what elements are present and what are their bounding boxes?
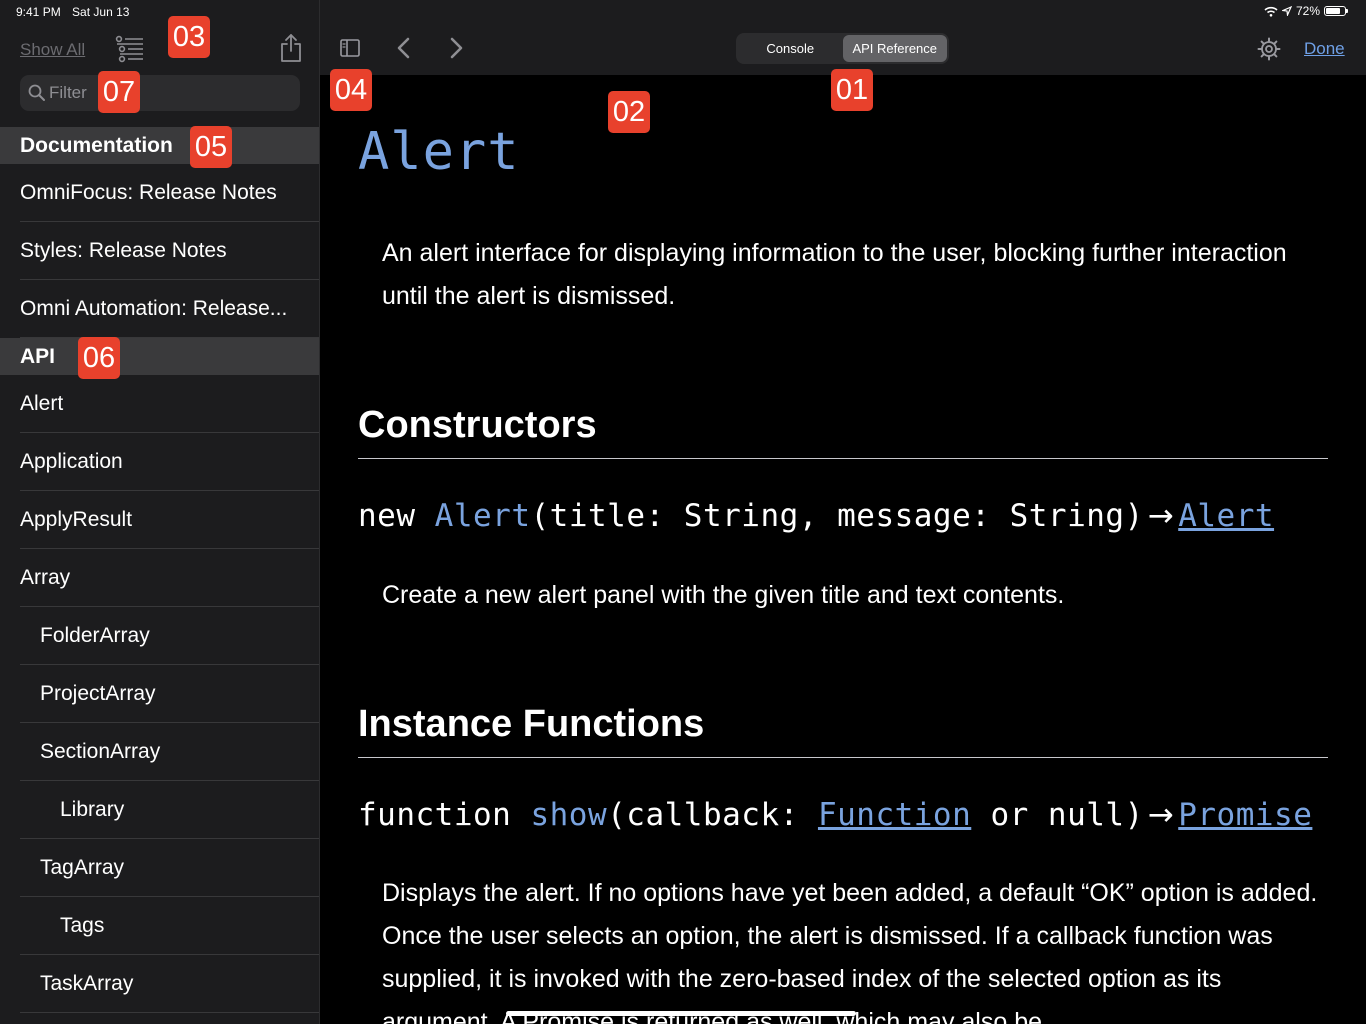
search-icon: [28, 84, 45, 101]
return-type-link-alert[interactable]: Alert: [1178, 498, 1274, 534]
section-header-api: API: [0, 338, 319, 375]
param-type-link-function[interactable]: Function: [818, 797, 971, 833]
instance-functions-heading: Instance Functions: [358, 703, 705, 745]
constructors-divider: [358, 458, 1328, 459]
annotation-badge-06: 06: [78, 337, 120, 379]
annotation-badge-05: 05: [190, 126, 232, 168]
code-keyword: new: [358, 498, 416, 534]
tab-api-reference[interactable]: API Reference: [842, 35, 947, 62]
constructor-signature: new Alert(title: String, message: String…: [358, 498, 1274, 534]
view-segmented-control: Console API Reference: [736, 33, 949, 64]
sidebar-item-tagarray[interactable]: TagArray: [0, 839, 319, 897]
sidebar: 9:41 PM Sat Jun 13 Show All Documentatio…: [0, 0, 320, 1024]
sidebar-item-folderarray[interactable]: FolderArray: [0, 607, 319, 665]
location-icon: [1281, 6, 1292, 16]
annotation-badge-01: 01: [831, 69, 873, 111]
page-title: Alert: [358, 122, 520, 182]
annotation-badge-04: 04: [330, 69, 372, 111]
status-time: 9:41 PM: [16, 5, 61, 19]
code-keyword: function: [358, 797, 512, 833]
show-all-button[interactable]: Show All: [20, 40, 85, 60]
sidebar-item-tags[interactable]: Tags: [0, 897, 319, 955]
share-icon[interactable]: [280, 33, 302, 63]
list-settings-icon[interactable]: [114, 34, 144, 64]
sidebar-item-library[interactable]: Library: [0, 781, 319, 839]
filter-input[interactable]: [49, 75, 289, 111]
back-chevron-icon[interactable]: [396, 37, 410, 59]
return-arrow: →: [1147, 498, 1175, 534]
status-indicators: 72%: [1264, 4, 1348, 18]
status-time-date: 9:41 PM Sat Jun 13: [16, 5, 137, 19]
filter-field[interactable]: [20, 75, 300, 111]
gear-icon[interactable]: [1257, 37, 1281, 61]
intro-paragraph: An alert interface for displaying inform…: [382, 239, 1287, 310]
sidebar-item-styles-release-notes[interactable]: Styles: Release Notes: [0, 222, 319, 280]
constructor-params: (title: String, message: String): [530, 498, 1144, 534]
sidebar-item-sectionarray[interactable]: SectionArray: [0, 723, 319, 781]
constructors-heading: Constructors: [358, 404, 597, 446]
show-description: Displays the alert. If no options have y…: [382, 879, 1318, 1024]
sidebar-item-application[interactable]: Application: [0, 433, 319, 491]
sidebar-item-projectarray[interactable]: ProjectArray: [0, 665, 319, 723]
sidebar-item-applyresult[interactable]: ApplyResult: [0, 491, 319, 549]
battery-percent: 72%: [1295, 4, 1320, 18]
annotation-badge-02: 02: [608, 91, 650, 133]
show-params-open: (callback:: [607, 797, 799, 833]
tab-console[interactable]: Console: [738, 35, 843, 62]
constructor-description: Create a new alert panel with the given …: [382, 581, 1065, 609]
sidebar-item-taskarray[interactable]: TaskArray: [0, 955, 319, 1013]
sidebar-item-omni-automation-release[interactable]: Omni Automation: Release...: [0, 280, 319, 338]
return-type-link-promise[interactable]: Promise: [1178, 797, 1312, 833]
done-button[interactable]: Done: [1304, 39, 1345, 59]
api-reference-content: Alert An alert interface for displaying …: [320, 75, 1366, 1024]
sidebar-item-alert[interactable]: Alert: [0, 375, 319, 433]
toolbar: 72% Console API Reference Done: [320, 0, 1366, 75]
home-indicator: [506, 1011, 856, 1016]
battery-icon: [1324, 6, 1348, 16]
show-function-signature: function show(callback: Function or null…: [358, 797, 1312, 833]
status-date: Sat Jun 13: [72, 5, 130, 19]
sidebar-toggle-icon[interactable]: [340, 39, 360, 57]
annotation-badge-07: 07: [98, 71, 140, 113]
forward-chevron-icon[interactable]: [450, 37, 464, 59]
annotation-badge-03: 03: [168, 16, 210, 58]
wifi-icon: [1264, 6, 1278, 17]
instance-functions-divider: [358, 757, 1328, 758]
sidebar-item-array[interactable]: Array: [0, 549, 319, 607]
show-params-close: or null): [990, 797, 1144, 833]
function-name-show: show: [530, 797, 608, 833]
constructor-name: Alert: [434, 498, 531, 534]
return-arrow: →: [1147, 797, 1175, 833]
section-header-documentation: Documentation: [0, 127, 319, 164]
sidebar-item-omnifocus-release-notes[interactable]: OmniFocus: Release Notes: [0, 164, 319, 222]
